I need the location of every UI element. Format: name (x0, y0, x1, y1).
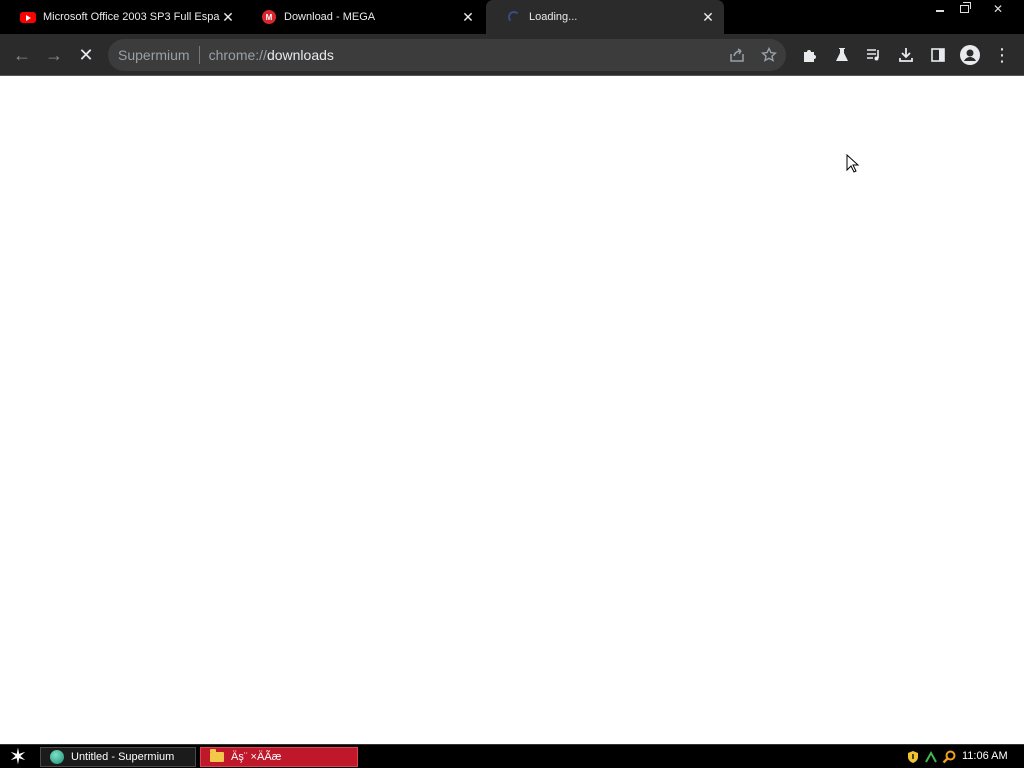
tab-close-icon[interactable]: ✕ (700, 9, 716, 25)
flask-icon (836, 48, 848, 61)
omnibox-separator (198, 46, 200, 64)
tab-mega[interactable]: M Download - MEGA ✕ (241, 0, 484, 34)
youtube-icon (20, 9, 36, 25)
forward-arrow-icon: → (45, 44, 63, 65)
close-icon: ✕ (992, 2, 1004, 16)
taskbar-item-supermium[interactable]: Untitled - Supermium (40, 747, 196, 767)
puzzle-icon (804, 50, 816, 62)
tab-title: Download - MEGA (284, 11, 376, 23)
playlist-icon (867, 49, 879, 61)
stop-icon: ✕ (78, 44, 94, 65)
restore-icon (959, 2, 971, 13)
download-icon (899, 48, 913, 62)
tab-title: Microsoft Office 2003 SP3 Full Espa (43, 11, 220, 23)
share-icon (730, 48, 744, 62)
tab-strip: Microsoft Office 2003 SP3 Full Espa ✕ M … (0, 0, 1024, 34)
tab-close-icon[interactable]: ✕ (220, 9, 236, 25)
network-icon[interactable] (923, 749, 939, 765)
mega-icon: M (261, 9, 277, 25)
back-arrow-icon: ← (13, 44, 31, 65)
search-icon[interactable] (941, 749, 957, 765)
loading-spinner-icon (506, 9, 522, 25)
side-panel-icon (931, 48, 945, 62)
taskbar-item-label: Äş¨ ×ÄÃæ (231, 751, 282, 763)
bookmark-star-button[interactable] (756, 42, 782, 68)
start-star-icon: ✶ (8, 744, 28, 768)
browser-globe-icon (49, 749, 65, 765)
page-content (0, 77, 1024, 744)
taskbar-clock[interactable]: 11:06 AM (962, 750, 1008, 762)
share-button[interactable] (724, 42, 750, 68)
tab-close-icon[interactable]: ✕ (460, 9, 476, 25)
downloads-button[interactable] (893, 42, 919, 68)
profile-button[interactable] (957, 42, 983, 68)
taskbar: ✶ Untitled - Supermium Äş¨ ×ÄÃæ 11:06 AM (0, 744, 1024, 768)
mouse-cursor-icon (846, 154, 860, 173)
extensions-button[interactable] (797, 42, 823, 68)
minimize-button[interactable] (928, 0, 952, 18)
browser-toolbar: ← → ✕ Supermium chrome://downloads ⋮ (0, 34, 1024, 76)
window-close-button[interactable]: ✕ (986, 0, 1010, 18)
browser-menu-button[interactable]: ⋮ (989, 42, 1015, 68)
restore-button[interactable] (952, 0, 976, 18)
forward-button[interactable]: → (41, 42, 67, 68)
omnibox-origin-chip: Supermium (118, 47, 190, 63)
back-button[interactable]: ← (9, 42, 35, 68)
url-scheme: chrome:// (208, 47, 267, 63)
labs-button[interactable] (829, 42, 855, 68)
stop-loading-button[interactable]: ✕ (73, 42, 99, 68)
star-icon (761, 47, 777, 62)
avatar-icon (960, 45, 980, 65)
taskbar-item-folder[interactable]: Äş¨ ×ÄÃæ (200, 747, 358, 767)
side-panel-button[interactable] (925, 42, 951, 68)
tab-title: Loading... (529, 11, 578, 23)
taskbar-item-label: Untitled - Supermium (71, 751, 175, 763)
kebab-menu-icon: ⋮ (993, 44, 1011, 65)
tab-loading[interactable]: Loading... ✕ (486, 0, 724, 34)
url-path: downloads (266, 47, 334, 63)
tab-youtube[interactable]: Microsoft Office 2003 SP3 Full Espa ✕ (0, 0, 244, 34)
media-controls-button[interactable] (861, 42, 887, 68)
security-shield-icon[interactable] (905, 749, 921, 765)
address-bar[interactable]: Supermium chrome://downloads (108, 39, 786, 71)
folder-icon (209, 749, 225, 765)
start-button[interactable]: ✶ (4, 744, 32, 768)
minimize-icon (936, 10, 944, 12)
